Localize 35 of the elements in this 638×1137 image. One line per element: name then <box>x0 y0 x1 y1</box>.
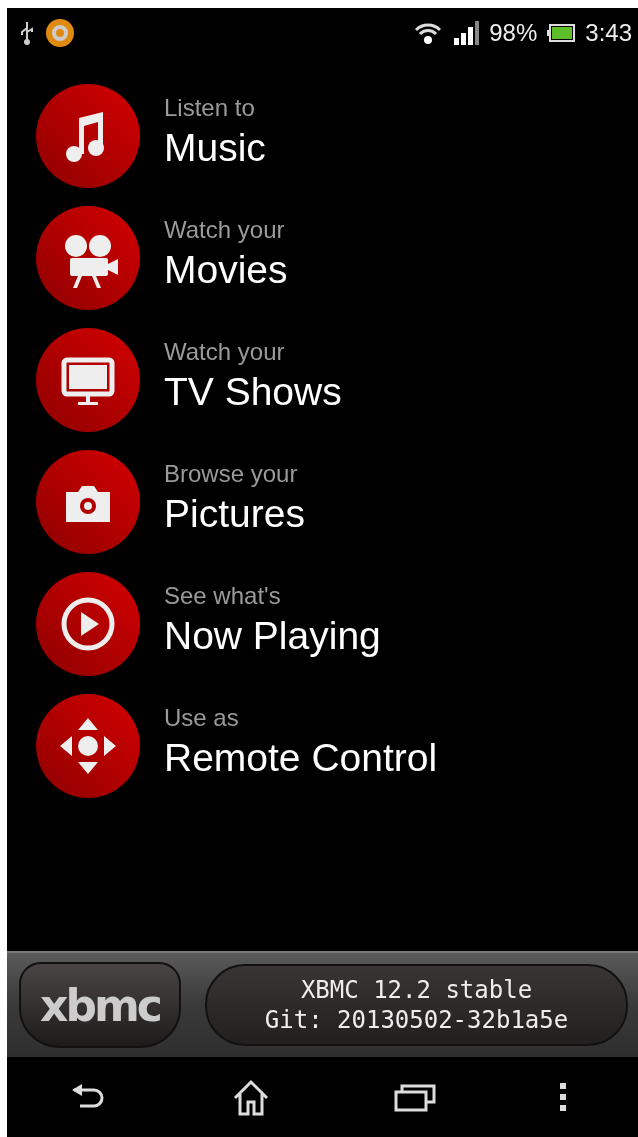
menu-title: Movies <box>164 248 288 292</box>
build-text: Git: 20130502-32b1a5e <box>264 1006 569 1034</box>
menu-title: Remote Control <box>164 736 438 780</box>
play-icon <box>61 597 115 651</box>
menu-item[interactable]: Listen to Music <box>36 84 638 188</box>
recent-apps-icon <box>393 1082 436 1112</box>
clock: 3:43 <box>585 19 632 47</box>
direction-pad-icon <box>60 718 116 774</box>
signal-icon <box>453 20 480 46</box>
menu-title: Music <box>164 126 266 170</box>
film-camera-icon <box>65 235 118 288</box>
version-text: XBMC 12.2 stable <box>300 976 533 1004</box>
menu-caption: Use as <box>164 704 240 732</box>
menu-caption: Watch your <box>164 338 286 366</box>
monitor-icon <box>61 357 115 405</box>
menu-title: Now Playing <box>164 614 381 658</box>
camera-icon <box>66 486 110 522</box>
notification-icon <box>45 18 75 48</box>
menu-caption: See what's <box>164 582 282 610</box>
battery-percent: 98% <box>489 19 538 47</box>
menu-item[interactable]: Watch your Movies <box>36 206 638 310</box>
usb-icon <box>19 20 35 46</box>
menu-caption: Browse your <box>164 460 299 488</box>
music-note-icon <box>66 112 104 162</box>
menu-item[interactable]: Watch your TV Shows <box>36 328 638 432</box>
menu-caption: Listen to <box>164 94 256 122</box>
app-logo: xbmc <box>19 962 181 1048</box>
menu-title: Pictures <box>164 492 305 536</box>
menu-caption: Watch your <box>164 216 286 244</box>
more-vertical-icon <box>558 1082 567 1112</box>
menu-item[interactable]: See what's Now Playing <box>36 572 638 676</box>
battery-icon <box>547 23 576 43</box>
menu-item[interactable]: Browse your Pictures <box>36 450 638 554</box>
menu-item[interactable]: Use as Remote Control <box>36 694 638 798</box>
menu-title: TV Shows <box>164 370 342 414</box>
